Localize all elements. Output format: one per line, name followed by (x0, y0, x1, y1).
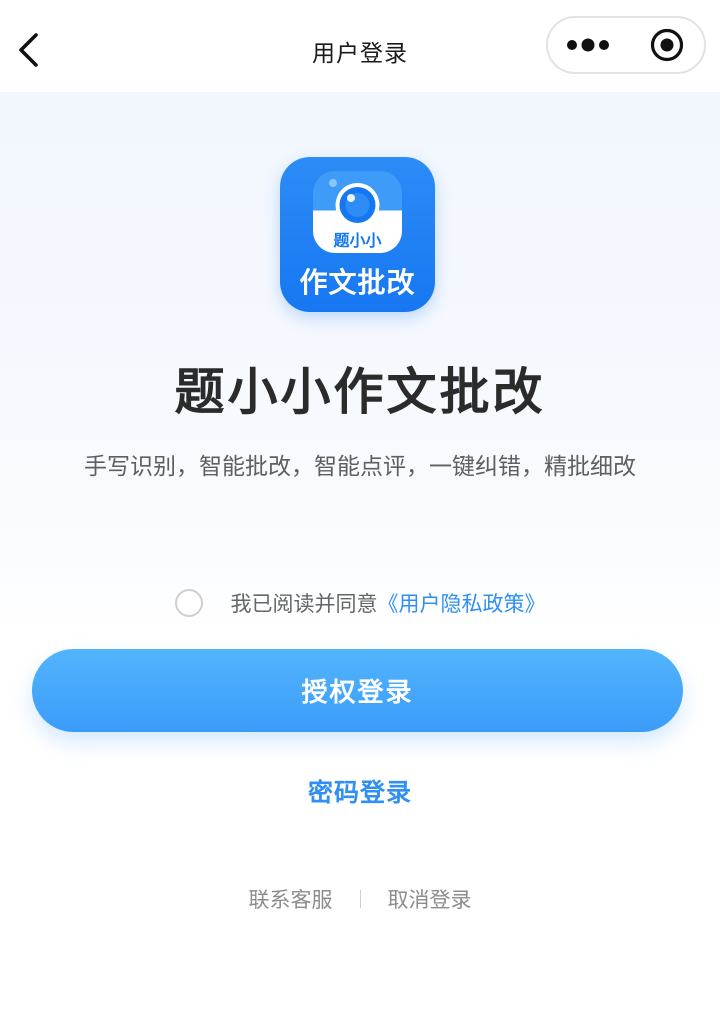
login-page: 用户登录 题小小 作文批改 题小小作文批改 手写识别，智能批改，智能点评，一键纠… (0, 0, 720, 1020)
app-logo: 题小小 作文批改 (280, 157, 435, 312)
authorize-login-button[interactable]: 授权登录 (32, 649, 683, 732)
contact-service-link[interactable]: 联系客服 (249, 884, 333, 914)
more-button[interactable] (548, 18, 628, 72)
privacy-policy-link[interactable]: 《用户隐私政策》 (378, 588, 546, 618)
footer-links: 联系客服 取消登录 (0, 884, 720, 914)
nav-bar: 用户登录 (0, 0, 720, 92)
app-name: 题小小作文批改 (174, 363, 546, 421)
target-close-icon (650, 28, 684, 62)
app-description: 手写识别，智能批改，智能点评，一键纠错，精批细改 (84, 454, 636, 480)
password-login-link[interactable]: 密码登录 (0, 773, 720, 809)
more-dots-icon (567, 38, 609, 52)
logo-card-label: 题小小 (333, 231, 382, 250)
mini-program-capsule (546, 16, 706, 74)
camera-lens-icon (329, 179, 380, 227)
logo-camera-card: 题小小 (313, 171, 402, 253)
agreement-text: 我已阅读并同意 (230, 592, 378, 616)
close-button[interactable] (628, 18, 706, 72)
cancel-login-link[interactable]: 取消登录 (388, 884, 472, 914)
footer-divider (359, 890, 361, 908)
agreement-checkbox[interactable] (174, 589, 203, 617)
agreement-row: 我已阅读并同意 《用户隐私政策》 (0, 586, 720, 620)
logo-text: 作文批改 (299, 266, 416, 299)
